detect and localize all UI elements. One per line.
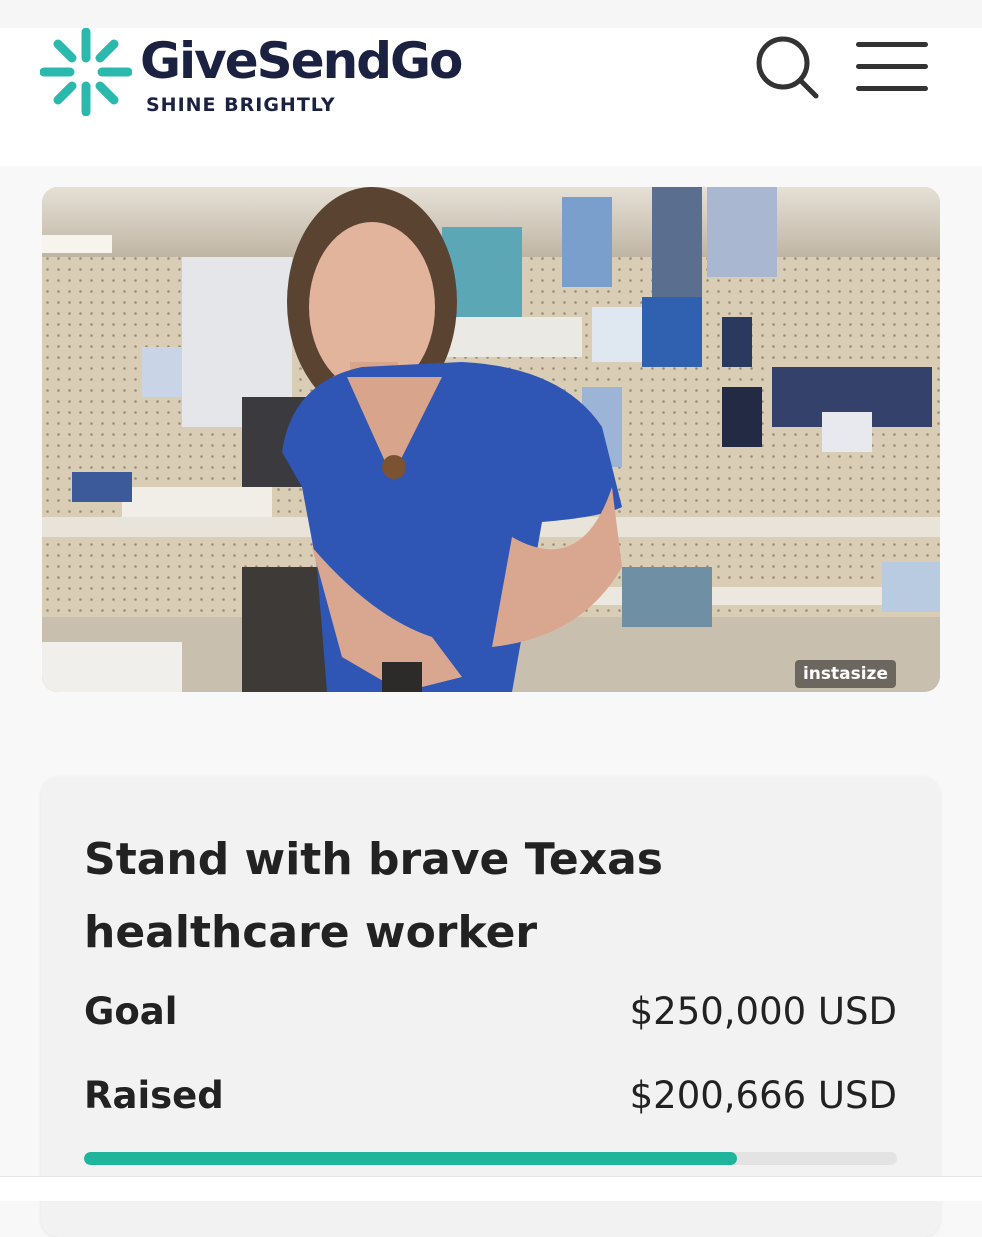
funding-progress-fill bbox=[84, 1152, 737, 1165]
hamburger-menu-button[interactable] bbox=[856, 38, 930, 94]
hamburger-menu-icon bbox=[856, 86, 928, 91]
sunburst-logo-icon bbox=[40, 28, 132, 116]
goal-amount: $250,000 USD bbox=[629, 990, 897, 1033]
instasize-watermark: instasize bbox=[794, 660, 896, 688]
search-icon bbox=[756, 36, 819, 99]
hamburger-menu-icon bbox=[856, 42, 928, 47]
brand-name: GiveSendGo bbox=[140, 32, 463, 90]
raised-label: Raised bbox=[84, 1074, 224, 1117]
hero-photo bbox=[42, 187, 940, 692]
search-button[interactable] bbox=[754, 34, 822, 102]
givesendgo-logo[interactable]: GiveSendGo SHINE BRIGHTLY bbox=[40, 28, 520, 128]
campaign-hero-image[interactable]: instasize bbox=[42, 187, 940, 692]
site-header: GiveSendGo SHINE BRIGHTLY bbox=[0, 28, 982, 166]
campaign-title: Stand with brave Texas healthcare worker bbox=[84, 834, 663, 958]
raised-amount: $200,666 USD bbox=[629, 1074, 897, 1117]
bottom-bar bbox=[0, 1176, 982, 1201]
campaign-summary-card: Stand with brave Texas healthcare worker… bbox=[41, 777, 940, 1237]
brand-tagline: SHINE BRIGHTLY bbox=[146, 94, 336, 116]
hamburger-menu-icon bbox=[856, 64, 928, 69]
status-strip bbox=[0, 0, 982, 28]
funding-progress-bar bbox=[84, 1152, 897, 1165]
goal-label: Goal bbox=[84, 990, 178, 1033]
